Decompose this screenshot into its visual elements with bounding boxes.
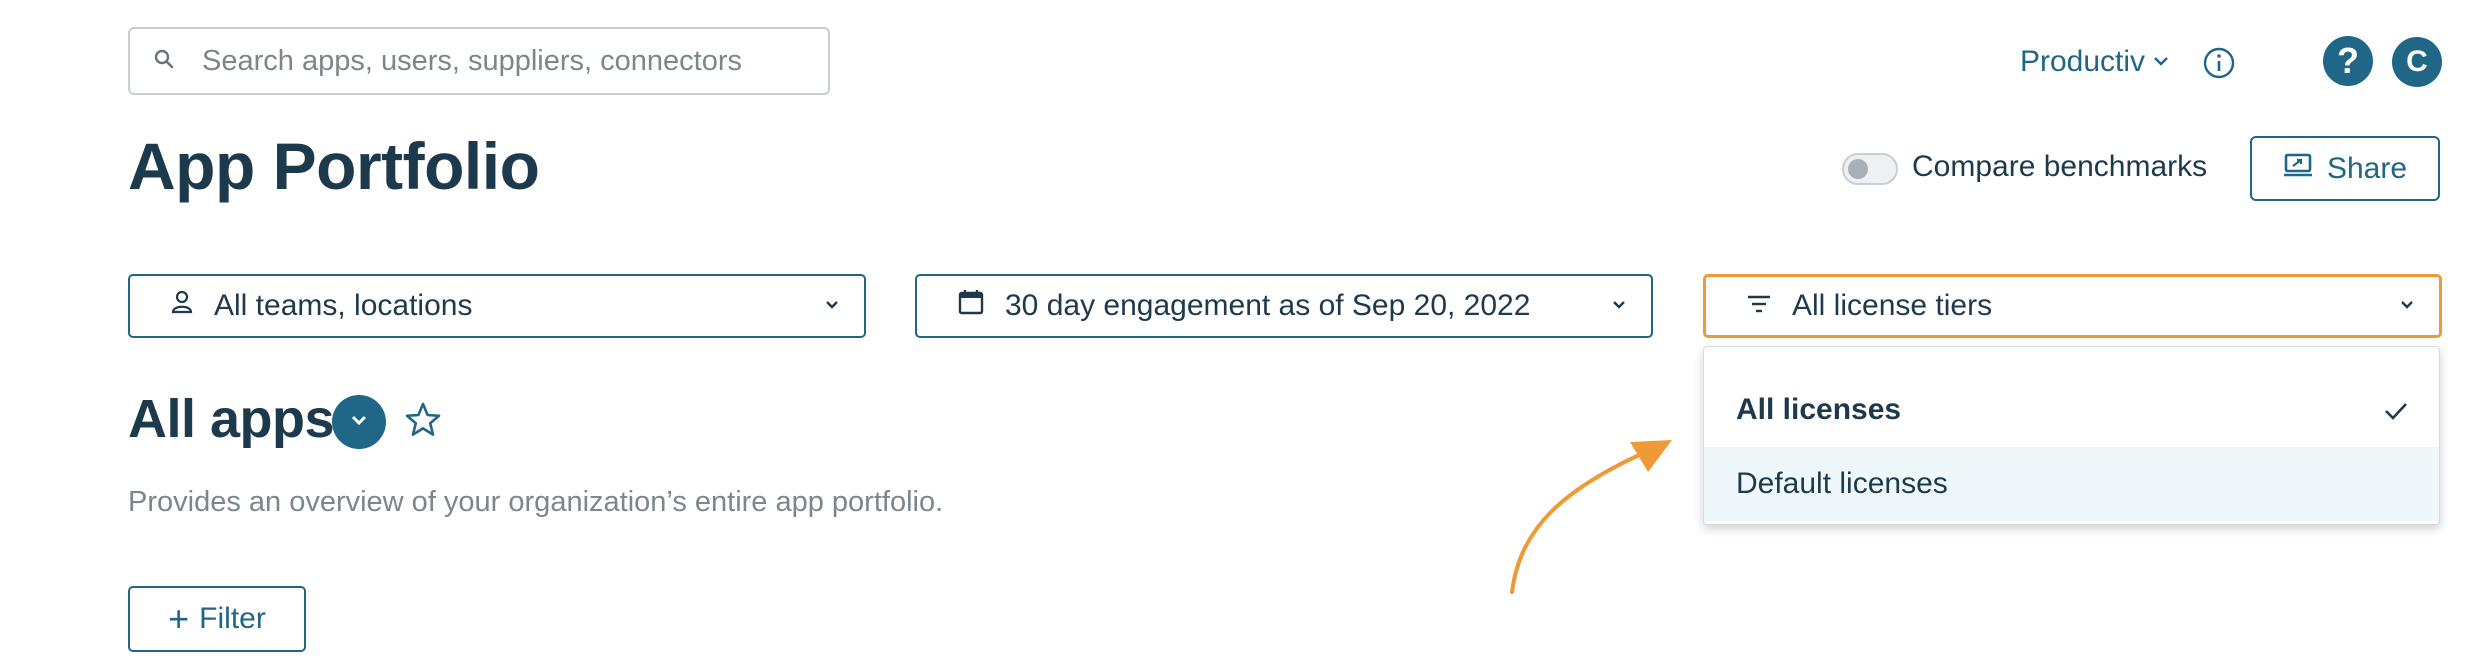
license-tier-value: All license tiers bbox=[1792, 289, 1993, 322]
add-filter-button[interactable]: + Filter bbox=[128, 586, 306, 652]
menu-item-default-licenses[interactable]: Default licenses bbox=[1704, 447, 2439, 521]
license-tier-dropdown[interactable]: All license tiers bbox=[1703, 274, 2442, 338]
menu-item-all-licenses[interactable]: All licenses bbox=[1704, 373, 2439, 447]
date-range-dropdown[interactable]: 30 day engagement as of Sep 20, 2022 bbox=[915, 274, 1653, 338]
compare-benchmarks-toggle[interactable] bbox=[1842, 153, 1898, 185]
calendar-icon bbox=[957, 288, 985, 324]
teams-locations-dropdown[interactable]: All teams, locations bbox=[128, 274, 866, 338]
person-icon bbox=[170, 289, 194, 323]
menu-item-label: Default licenses bbox=[1736, 467, 1948, 500]
plus-icon: + bbox=[168, 598, 190, 639]
search-input[interactable]: Search apps, users, suppliers, connector… bbox=[128, 27, 830, 95]
chevron-down-icon bbox=[822, 289, 842, 323]
page-title: App Portfolio bbox=[128, 129, 540, 203]
date-range-value: 30 day engagement as of Sep 20, 2022 bbox=[1005, 289, 1531, 322]
section-title: All apps bbox=[128, 389, 335, 449]
chevron-down-icon bbox=[347, 408, 371, 437]
chevron-down-icon bbox=[1609, 289, 1629, 323]
help-button[interactable]: ? bbox=[2323, 36, 2373, 86]
check-icon bbox=[2383, 397, 2409, 431]
compare-benchmarks-label: Compare benchmarks bbox=[1912, 150, 2208, 183]
toggle-knob bbox=[1848, 159, 1868, 179]
share-label: Share bbox=[2326, 151, 2408, 185]
filter-lines-icon bbox=[1746, 289, 1772, 323]
info-icon[interactable] bbox=[2202, 46, 2236, 80]
search-placeholder: Search apps, users, suppliers, connector… bbox=[202, 44, 742, 77]
section-description: Provides an overview of your organizatio… bbox=[128, 486, 944, 518]
avatar[interactable]: C bbox=[2392, 37, 2442, 87]
share-button[interactable]: Share bbox=[2250, 136, 2440, 201]
search-icon bbox=[152, 47, 176, 76]
avatar-initial: C bbox=[2406, 45, 2428, 78]
chevron-down-icon bbox=[2397, 289, 2417, 323]
star-icon[interactable] bbox=[403, 400, 443, 445]
menu-item-label: All licenses bbox=[1736, 393, 1902, 426]
teams-locations-value: All teams, locations bbox=[214, 289, 473, 322]
org-menu[interactable]: Productiv bbox=[2020, 38, 2171, 86]
help-icon: ? bbox=[2337, 40, 2359, 81]
org-menu-label: Productiv bbox=[2020, 45, 2146, 78]
filter-label: Filter bbox=[199, 602, 266, 635]
chevron-down-icon bbox=[2145, 45, 2171, 79]
annotation-arrow bbox=[1490, 430, 1690, 605]
view-selector-button[interactable] bbox=[332, 395, 386, 449]
license-tier-menu: All licenses Default licenses bbox=[1703, 346, 2440, 525]
share-screen-icon bbox=[2283, 152, 2327, 186]
